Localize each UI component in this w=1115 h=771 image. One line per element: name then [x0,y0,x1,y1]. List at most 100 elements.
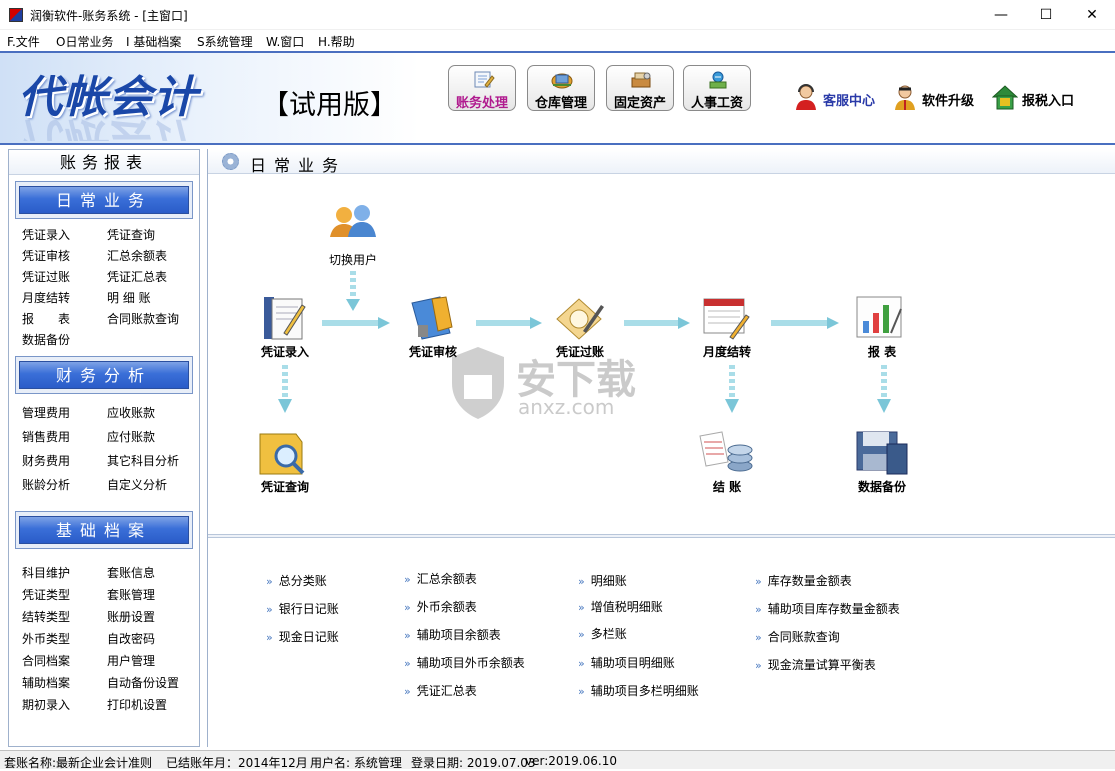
report-link-label: 辅助项目库存数量金额表 [767,602,900,616]
nav-summary-balance[interactable]: 汇总余额表 [107,247,167,264]
tool-payroll-button[interactable]: 人事工资 [683,65,751,111]
switch-user-icon [330,205,376,237]
menu-file[interactable]: F.文件 [7,33,40,50]
nav-contract-query[interactable]: 合同账款查询 [107,310,179,327]
nav-contract-archive[interactable]: 合同档案 [22,652,70,669]
menu-bar: F.文件 O日常业务 I 基础档案 S系统管理 W.窗口 H.帮助 [0,30,1115,51]
report-link[interactable]: » 库存数量金额表 [755,572,852,589]
report-link[interactable]: » 现金日记账 [266,628,339,645]
flow-backup[interactable]: 数据备份 [851,428,913,494]
gear-icon [222,153,239,170]
nav-reports[interactable]: 报 表 [22,310,70,327]
report-link-label: 外币余额表 [416,600,477,614]
nav-subject-maintain[interactable]: 科目维护 [22,564,70,581]
nav-carry-type[interactable]: 结转类型 [22,608,70,625]
nav-sales-expense[interactable]: 销售费用 [22,428,70,445]
report-link[interactable]: » 凭证汇总表 [404,682,477,699]
nav-data-backup[interactable]: 数据备份 [22,331,70,348]
report-link[interactable]: » 汇总余额表 [404,570,477,587]
tool-warehouse-label: 仓库管理 [534,96,587,111]
upgrade-icon [895,85,915,110]
nav-receivables[interactable]: 应收账款 [107,404,155,421]
menu-help[interactable]: H.帮助 [318,33,355,50]
shield-icon [452,347,504,419]
nav-finance-expense[interactable]: 财务费用 [22,452,70,469]
flow-voucher-entry-label: 凭证录入 [260,345,309,359]
nav-voucher-audit[interactable]: 凭证审核 [22,247,70,264]
report-link[interactable]: » 辅助项目库存数量金额表 [755,600,900,617]
menu-basic[interactable]: I 基础档案 [126,33,181,50]
nav-book-settings[interactable]: 账册设置 [107,608,155,625]
flow-closing[interactable]: 结 账 [696,428,758,494]
close-button[interactable]: ✕ [1069,0,1115,30]
menu-system[interactable]: S系统管理 [197,33,253,50]
flow-voucher-query[interactable]: 凭证查询 [254,428,316,494]
flow-closing-label: 结 账 [712,480,742,494]
nav-user-manage[interactable]: 用户管理 [107,652,155,669]
report-link[interactable]: » 增值税明细账 [578,598,663,615]
section-daily-header[interactable]: 日常业务 [15,181,193,219]
customer-service-icon [796,84,816,110]
nav-aux-archive[interactable]: 辅助档案 [22,674,70,691]
flow-month-close[interactable]: 月度结转 [696,293,758,359]
nav-opening-entry[interactable]: 期初录入 [22,696,70,713]
status-user: 用户名: 系统管理 [310,756,402,770]
assets-icon [631,72,651,88]
nav-voucher-post[interactable]: 凭证过账 [22,268,70,285]
nav-printer-settings[interactable]: 打印机设置 [107,696,167,713]
tool-assets-label: 固定资产 [613,96,666,111]
nav-other-analysis[interactable]: 其它科目分析 [107,452,179,469]
flow-reports-label: 报 表 [867,345,897,359]
section-daily-title: 日常业务 [19,186,189,214]
report-link[interactable]: » 合同账款查询 [755,628,840,645]
report-link[interactable]: » 现金流量试算平衡表 [755,656,876,673]
customer-service-label: 客服中心 [823,94,876,109]
window-title: 润衡软件-账务系统 - [主窗口] [30,9,188,23]
nav-voucher-type[interactable]: 凭证类型 [22,586,70,603]
section-basic-header[interactable]: 基础档案 [15,511,193,549]
report-link-label: 多栏账 [590,627,627,641]
nav-account-manage[interactable]: 套账管理 [107,586,155,603]
maximize-button[interactable]: ☐ [1023,0,1069,30]
nav-voucher-query[interactable]: 凭证查询 [107,226,155,243]
left-panel: 账务报表 日常业务 凭证录入 凭证查询 凭证审核 汇总余额表 凭证过账 凭证汇总… [8,149,200,747]
month-close-icon [703,298,750,340]
status-login-date: 登录日期: 2019.07.03 [411,756,536,770]
nav-voucher-summary[interactable]: 凭证汇总表 [107,268,167,285]
report-link[interactable]: » 明细账 [578,572,627,589]
flow-switch-user[interactable]: 切换用户 [322,201,384,267]
report-link[interactable]: » 辅助项目多栏明细账 [578,682,699,699]
tool-ledger-button[interactable]: 账务处理 [448,65,516,111]
nav-custom-analysis[interactable]: 自定义分析 [107,476,167,493]
minimize-button[interactable]: — [978,0,1024,30]
report-link-label: 辅助项目余额表 [416,628,501,642]
nav-voucher-entry[interactable]: 凭证录入 [22,226,70,243]
nav-auto-backup[interactable]: 自动备份设置 [107,674,179,691]
report-link[interactable]: » 总分类账 [266,572,327,589]
menu-window[interactable]: W.窗口 [266,33,304,50]
nav-aging-analysis[interactable]: 账龄分析 [22,476,70,493]
nav-payables[interactable]: 应付账款 [107,428,155,445]
nav-change-password[interactable]: 自改密码 [107,630,155,647]
arrow-right-icon [771,317,839,329]
report-link[interactable]: » 辅助项目外币余额表 [404,654,525,671]
tool-assets-button[interactable]: 固定资产 [606,65,674,111]
flow-voucher-entry[interactable]: 凭证录入 [254,293,316,359]
tax-icon [992,85,1018,110]
report-link[interactable]: » 多栏账 [578,625,627,642]
report-link[interactable]: » 辅助项目明细账 [578,654,675,671]
section-analysis-header[interactable]: 财务分析 [15,356,193,394]
nav-account-info[interactable]: 套账信息 [107,564,155,581]
tool-warehouse-button[interactable]: 仓库管理 [527,65,595,111]
nav-currency-type[interactable]: 外币类型 [22,630,70,647]
report-link[interactable]: » 辅助项目余额表 [404,626,501,643]
nav-month-close[interactable]: 月度结转 [22,289,70,306]
flow-reports[interactable]: 报 表 [851,293,913,359]
nav-admin-expense[interactable]: 管理费用 [22,404,70,421]
tax-label: 报税入口 [1022,94,1075,109]
menu-daily[interactable]: O日常业务 [56,33,113,50]
nav-detail-ledger[interactable]: 明 细 账 [107,289,151,306]
report-link[interactable]: » 外币余额表 [404,598,477,615]
voucher-entry-icon [264,297,306,340]
report-link[interactable]: » 银行日记账 [266,600,339,617]
